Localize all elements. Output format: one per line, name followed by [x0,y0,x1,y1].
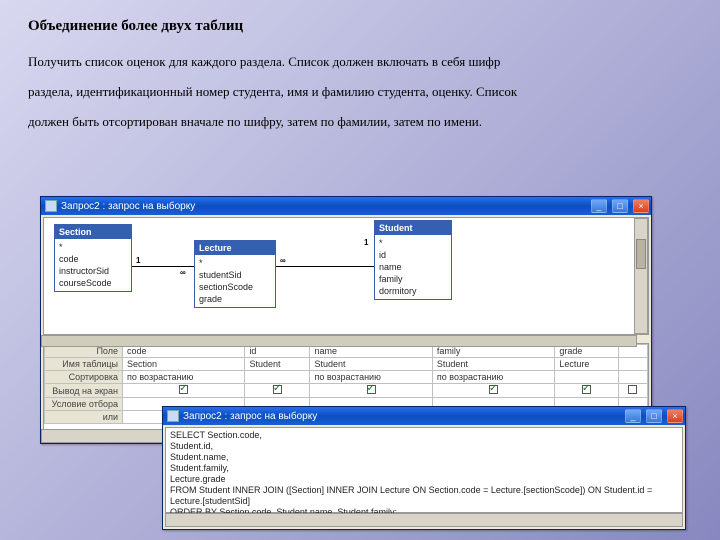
row-label: или [45,411,123,424]
minimize-button[interactable]: _ [625,409,641,423]
show-checkbox[interactable] [489,385,498,394]
close-button[interactable]: × [667,409,683,423]
grid-cell[interactable] [310,384,432,398]
app-icon [45,200,57,212]
grid-cell[interactable] [618,371,647,384]
grid-cell[interactable]: по возрастанию [432,371,554,384]
show-checkbox[interactable] [582,385,591,394]
close-button[interactable]: × [633,199,649,213]
horizontal-scrollbar[interactable] [165,513,683,527]
grid-cell[interactable] [123,384,245,398]
row-label: Вывод на экран [45,384,123,398]
row-label: Сортировка [45,371,123,384]
grid-cell[interactable] [245,384,310,398]
show-checkbox[interactable] [628,385,637,394]
grid-cell[interactable]: по возрастанию [123,371,245,384]
paragraph-line-1: Получить список оценок для каждого разде… [28,49,692,75]
grid-cell[interactable]: по возрастанию [310,371,432,384]
grid-cell[interactable]: Section [123,358,245,371]
window-title: Запрос2 : запрос на выборку [61,201,195,212]
table-header: Section [55,225,131,239]
field-list[interactable]: * code instructorSid courseScode [55,239,131,291]
grid-cell[interactable] [618,358,647,371]
table-header: Lecture [195,241,275,255]
show-checkbox[interactable] [367,385,376,394]
show-checkbox[interactable] [273,385,282,394]
relationship-pane[interactable]: Section * code instructorSid courseScode… [43,217,649,335]
grid-cell[interactable] [555,384,618,398]
table-section[interactable]: Section * code instructorSid courseScode [54,224,132,292]
grid-cell[interactable] [432,384,554,398]
relation-line [132,266,194,267]
vertical-scrollbar[interactable] [634,218,648,334]
window-title: Запрос2 : запрос на выборку [183,411,317,422]
grid-cell[interactable] [245,371,310,384]
grid-cell[interactable]: Student [245,358,310,371]
grid-row-show: Вывод на экран [45,384,648,398]
sql-text[interactable]: SELECT Section.code, Student.id, Student… [165,427,683,513]
titlebar[interactable]: Запрос2 : запрос на выборку _ □ × [41,197,651,215]
relation-one: 1 [136,256,140,265]
table-header: Student [375,221,451,235]
titlebar[interactable]: Запрос2 : запрос на выборку _ □ × [163,407,685,425]
relation-many: ∞ [280,256,286,265]
paragraph-line-3: должен быть отсортирован вначале по шифр… [28,109,692,135]
row-label: Условие отбора [45,398,123,411]
sql-view-window: Запрос2 : запрос на выборку _ □ × SELECT… [162,406,686,530]
field-list[interactable]: * studentSid sectionScode grade [195,255,275,307]
grid-cell[interactable] [555,371,618,384]
maximize-button[interactable]: □ [646,409,662,423]
show-checkbox[interactable] [179,385,188,394]
field-list[interactable]: * id name family dormitory [375,235,451,299]
splitter[interactable] [41,335,637,347]
grid-cell[interactable] [618,384,647,398]
minimize-button[interactable]: _ [591,199,607,213]
relation-one: 1 [364,238,368,247]
scrollbar-thumb[interactable] [636,239,646,269]
app-icon [167,410,179,422]
grid-cell[interactable]: Student [310,358,432,371]
table-student[interactable]: Student * id name family dormitory [374,220,452,300]
paragraph-line-2: раздела, идентификационный номер студент… [28,79,692,105]
relation-line [276,266,374,267]
grid-cell[interactable]: Student [432,358,554,371]
row-label: Имя таблицы [45,358,123,371]
table-lecture[interactable]: Lecture * studentSid sectionScode grade [194,240,276,308]
page-title: Объединение более двух таблиц [28,18,692,35]
grid-row-table: Имя таблицы Section Student Student Stud… [45,358,648,371]
grid-cell[interactable]: Lecture [555,358,618,371]
grid-row-sort: Сортировка по возрастанию по возрастанию… [45,371,648,384]
maximize-button[interactable]: □ [612,199,628,213]
relation-many: ∞ [180,268,186,277]
